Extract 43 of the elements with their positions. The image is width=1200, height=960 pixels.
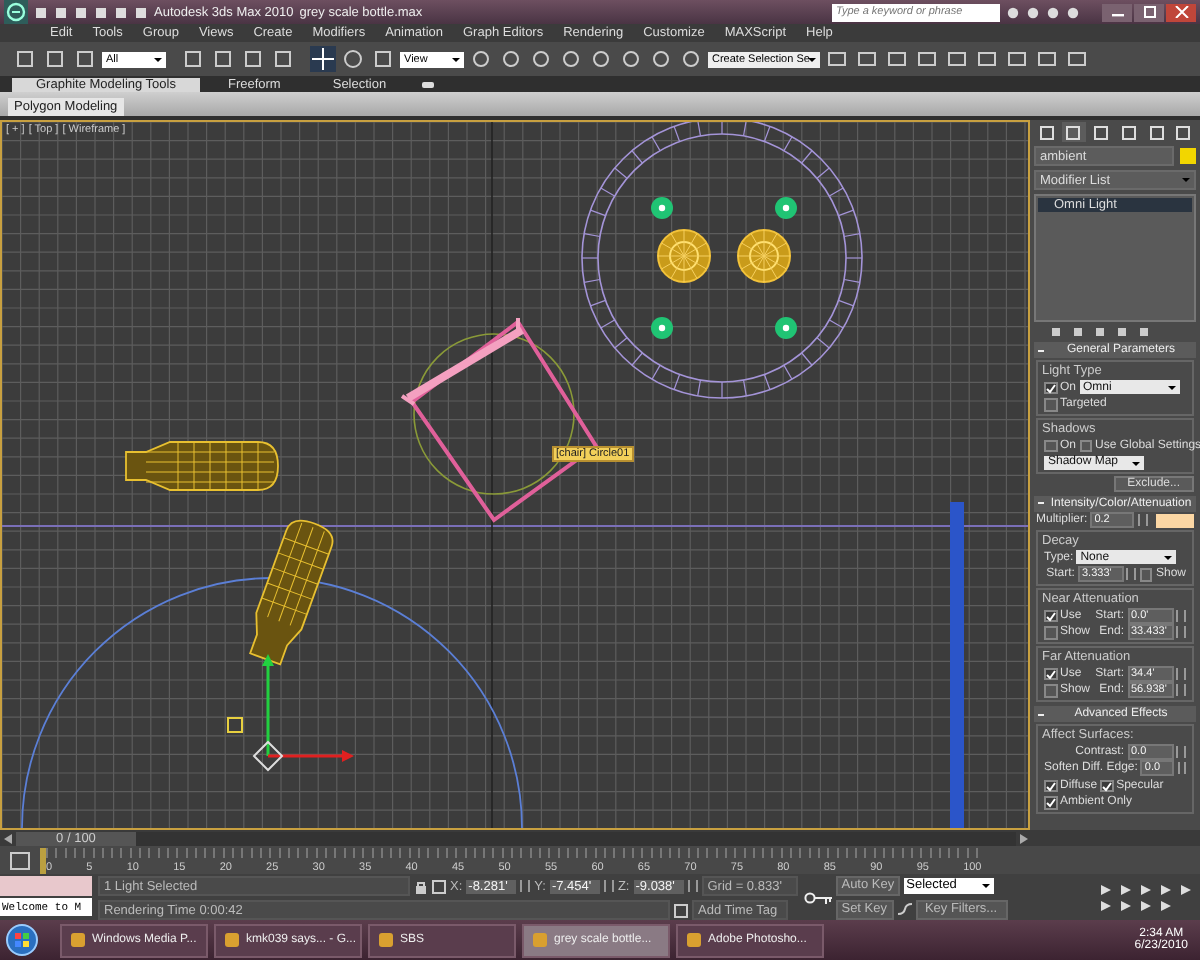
next-frame-button[interactable] bbox=[1020, 833, 1028, 843]
play-icon[interactable] bbox=[1140, 883, 1156, 895]
spinner-arrows-icon[interactable] bbox=[1137, 514, 1148, 527]
spinner-arrows-icon[interactable] bbox=[520, 880, 531, 892]
checkbox[interactable] bbox=[1044, 779, 1057, 792]
close-button[interactable] bbox=[1166, 3, 1196, 21]
move-icon[interactable] bbox=[310, 46, 336, 72]
app-logo-icon[interactable] bbox=[4, 0, 28, 24]
program-icon bbox=[378, 932, 394, 948]
ribbon-toggle-icon[interactable] bbox=[422, 82, 435, 88]
program-icon bbox=[686, 932, 702, 948]
checkbox[interactable] bbox=[1044, 381, 1057, 394]
checkbox[interactable] bbox=[1044, 398, 1057, 411]
program-icon bbox=[224, 932, 240, 948]
checkbox[interactable] bbox=[1139, 568, 1153, 581]
object-color-swatch[interactable] bbox=[1180, 148, 1196, 164]
minimize-button[interactable] bbox=[1102, 3, 1132, 21]
rotate-icon[interactable] bbox=[340, 46, 366, 72]
start-button[interactable] bbox=[6, 924, 38, 956]
checkbox[interactable] bbox=[1079, 439, 1093, 452]
spinner-arrows-icon[interactable] bbox=[1126, 568, 1137, 581]
checkbox[interactable] bbox=[1044, 796, 1057, 809]
maximize-icon bbox=[1141, 6, 1157, 18]
program-icon bbox=[532, 932, 548, 948]
key-tangent-icon[interactable] bbox=[897, 902, 911, 916]
checkbox[interactable] bbox=[1044, 667, 1057, 680]
transform-gizmo bbox=[252, 654, 354, 772]
light-icon bbox=[227, 717, 243, 733]
lock-icon[interactable] bbox=[414, 879, 428, 893]
spinner-arrows-icon[interactable] bbox=[687, 880, 698, 892]
maxscript-listener-field[interactable] bbox=[0, 876, 92, 896]
previous-frame-button[interactable] bbox=[4, 833, 12, 843]
checkbox[interactable] bbox=[1044, 626, 1057, 639]
light-color-swatch[interactable] bbox=[1156, 513, 1194, 528]
checkbox[interactable] bbox=[1044, 609, 1057, 622]
checkbox[interactable] bbox=[1100, 779, 1114, 792]
program-icon bbox=[70, 932, 86, 948]
maximize-button[interactable] bbox=[1134, 3, 1164, 21]
checkbox[interactable] bbox=[1044, 439, 1057, 452]
close-icon bbox=[1173, 6, 1189, 18]
key-icon[interactable] bbox=[803, 891, 832, 903]
checkbox[interactable] bbox=[1044, 684, 1057, 697]
spinner-arrows-icon[interactable] bbox=[603, 880, 614, 892]
